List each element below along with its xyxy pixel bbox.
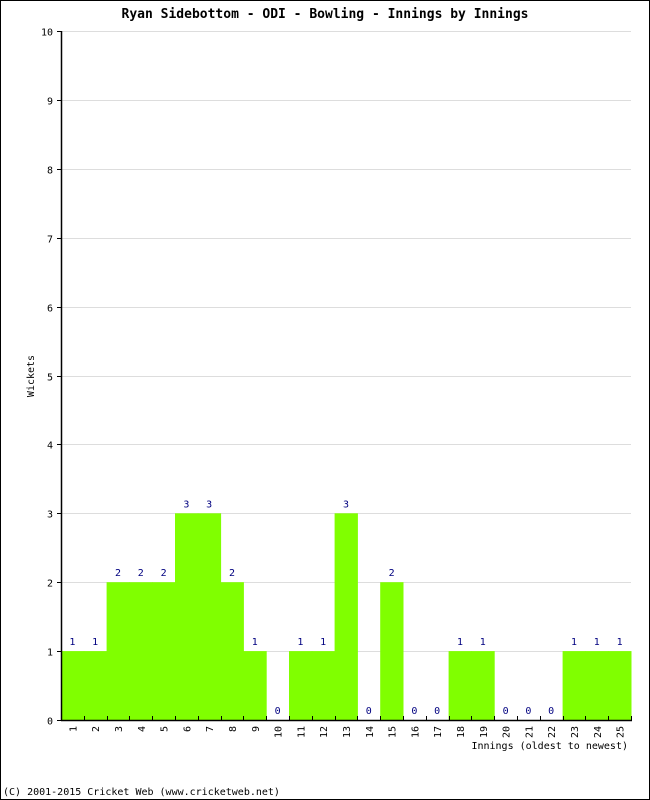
data-label: 0 — [411, 706, 417, 717]
data-label: 2 — [229, 568, 235, 579]
bar — [608, 651, 632, 720]
data-label: 0 — [275, 706, 281, 717]
x-tick-label: 10 — [274, 726, 285, 738]
bar — [448, 651, 472, 720]
x-tick-label: 4 — [137, 726, 148, 732]
y-tick-label: 8 — [47, 166, 53, 177]
data-label: 0 — [525, 706, 531, 717]
y-tick-label: 3 — [47, 510, 53, 521]
data-label: 1 — [457, 637, 463, 648]
bar — [152, 582, 176, 720]
data-label: 1 — [69, 637, 75, 648]
x-tick-label: 25 — [616, 726, 627, 738]
data-label: 1 — [297, 637, 303, 648]
y-tick-label: 1 — [47, 648, 53, 659]
data-label: 1 — [617, 637, 623, 648]
x-tick-label: 17 — [433, 726, 444, 738]
bar — [175, 513, 199, 720]
data-label: 1 — [571, 637, 577, 648]
x-tick-label: 7 — [205, 726, 216, 732]
x-tick-label: 24 — [593, 726, 604, 738]
data-label: 1 — [320, 637, 326, 648]
data-label: 2 — [138, 568, 144, 579]
y-tick-labels: 0 1 2 3 4 5 6 7 8 9 10 — [41, 28, 53, 728]
x-tick-label: 21 — [524, 726, 535, 738]
data-label: 1 — [480, 637, 486, 648]
bar — [471, 651, 495, 720]
copyright-footer: (C) 2001-2015 Cricket Web (www.cricketwe… — [3, 787, 280, 798]
bar — [380, 582, 404, 720]
y-tick-label: 7 — [47, 235, 53, 246]
data-label: 0 — [548, 706, 554, 717]
bar — [220, 582, 244, 720]
bar — [106, 582, 130, 720]
y-tick-label: 4 — [47, 441, 53, 452]
bar — [129, 582, 153, 720]
x-tick-label: 18 — [456, 726, 467, 738]
bar — [334, 513, 358, 720]
x-tick-label: 19 — [479, 726, 490, 738]
data-label: 0 — [434, 706, 440, 717]
y-tick-label: 9 — [47, 97, 53, 108]
x-tick-label: 22 — [547, 726, 558, 738]
x-tick-label: 11 — [296, 726, 307, 738]
y-tick-label: 0 — [47, 717, 53, 728]
x-tick-label: 3 — [114, 726, 125, 732]
y-tick-label: 2 — [47, 579, 53, 590]
x-axis-label: Innings (oldest to newest) — [471, 741, 628, 752]
data-label: 1 — [252, 637, 258, 648]
data-label: 3 — [343, 499, 349, 510]
x-tick-label: 2 — [91, 726, 102, 732]
bar — [289, 651, 313, 720]
data-label: 3 — [206, 499, 212, 510]
chart-title: Ryan Sidebottom - ODI - Bowling - Inning… — [122, 7, 529, 22]
x-tick-label: 16 — [410, 726, 421, 738]
bars — [61, 513, 632, 720]
x-tick-label: 1 — [68, 726, 79, 732]
data-label: 0 — [366, 706, 372, 717]
data-label: 3 — [183, 499, 189, 510]
data-label: 1 — [594, 637, 600, 648]
bar — [562, 651, 586, 720]
x-tick-label: 20 — [502, 726, 513, 738]
y-tick-label: 10 — [41, 28, 53, 39]
x-tick-label: 23 — [570, 726, 581, 738]
bar — [243, 651, 267, 720]
x-tick-label: 13 — [342, 726, 353, 738]
x-tick-label: 9 — [251, 726, 262, 732]
bar — [585, 651, 609, 720]
x-tick-label: 12 — [319, 726, 330, 738]
data-label: 1 — [92, 637, 98, 648]
x-tick-label: 15 — [388, 726, 399, 738]
bar — [311, 651, 336, 720]
bar — [197, 513, 222, 720]
x-tick-labels: 1 2 3 4 5 6 7 8 9 10 11 12 13 14 15 16 17 18 19 20 21 22 23 24 2… — [68, 726, 626, 738]
x-tick-label: 5 — [160, 726, 171, 732]
y-axis-label: Wickets — [26, 355, 37, 397]
data-label: 0 — [503, 706, 509, 717]
x-tick-label: 14 — [365, 726, 376, 738]
data-label: 2 — [115, 568, 121, 579]
data-label: 2 — [161, 568, 167, 579]
x-tick-label: 8 — [228, 726, 239, 732]
data-label: 2 — [389, 568, 395, 579]
bar — [61, 651, 85, 720]
y-tick-label: 5 — [47, 373, 53, 384]
bar — [83, 651, 108, 720]
y-tick-label: 6 — [47, 304, 53, 315]
x-tick-label: 6 — [182, 726, 193, 732]
bar-chart: Ryan Sidebottom - ODI - Bowling - Inning… — [3, 7, 632, 798]
